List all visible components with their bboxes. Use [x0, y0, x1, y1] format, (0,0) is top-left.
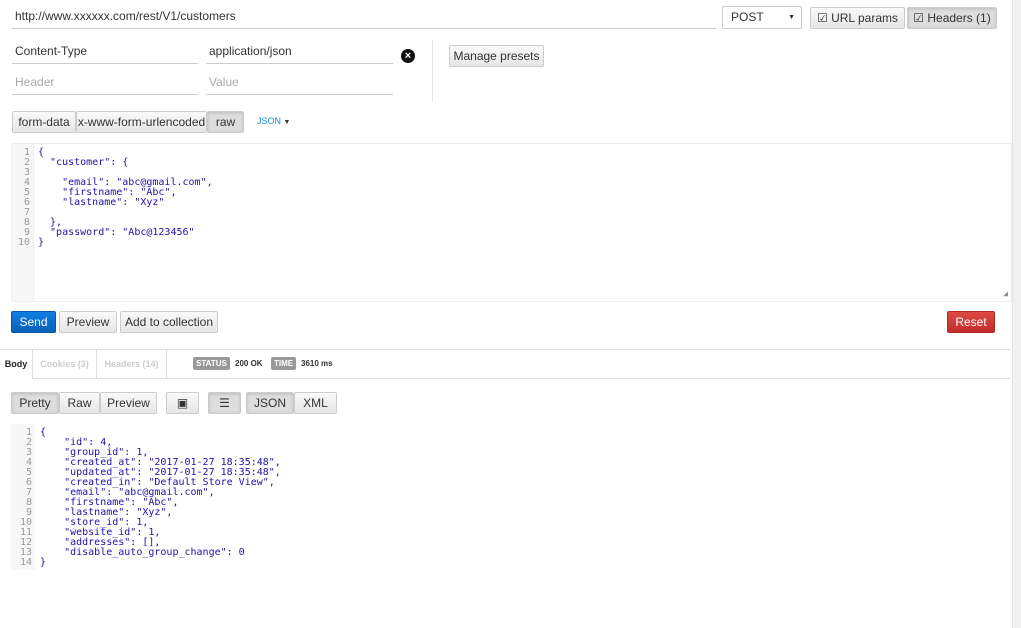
code-line: "lastname": "Xyz" [38, 198, 213, 208]
caret-down-icon: ▼ [284, 119, 291, 126]
code-line [38, 208, 213, 218]
wrap-button[interactable]: ☰ [208, 392, 241, 414]
view-preview[interactable]: Preview [100, 392, 157, 414]
time-badge: TIME [271, 357, 296, 370]
line-numbers: 1234567891011121314 [11, 424, 35, 570]
divider [33, 378, 1010, 379]
code-line: } [38, 238, 213, 248]
raw-format-dropdown[interactable]: JSON ▼ [257, 116, 290, 126]
time-value: 3610 ms [301, 357, 333, 370]
format-json[interactable]: JSON [246, 392, 294, 414]
remove-header-icon[interactable]: × [401, 49, 415, 63]
url-params-label: URL params [831, 11, 898, 25]
fullscreen-button[interactable]: ▣ [166, 392, 199, 414]
tab-cookies[interactable]: Cookies (3) [33, 350, 97, 379]
headers-button[interactable]: ☑ Headers (1) [907, 7, 997, 29]
edit-icon: ☑ [817, 11, 831, 25]
raw-format-label: JSON [257, 116, 281, 126]
chevron-down-icon: ▼ [788, 7, 795, 28]
view-raw[interactable]: Raw [59, 392, 100, 414]
line-number: 14 [11, 558, 32, 568]
response-body-code: { "id": 4, "group_id": 1, "created_at": … [40, 428, 281, 568]
code-line: "password": "Abc@123456" [38, 228, 213, 238]
request-body-code: { "customer": { "email": "abc@gmail.com"… [38, 148, 213, 248]
status-badge: STATUS [193, 357, 230, 370]
header-value-placeholder[interactable]: Value [206, 71, 393, 95]
edit-icon: ☑ [913, 11, 927, 25]
send-button[interactable]: Send [11, 311, 56, 333]
method-select[interactable]: POST ▼ [722, 6, 802, 29]
tab-body[interactable]: Body [0, 350, 33, 379]
method-value: POST [731, 10, 764, 24]
preview-button[interactable]: Preview [59, 311, 117, 333]
fullscreen-icon: ▣ [177, 396, 188, 410]
line-numbers: 12345678910 [12, 144, 34, 301]
status-value: 200 OK [235, 357, 263, 370]
body-type-urlencoded[interactable]: x-www-form-urlencoded [76, 111, 207, 133]
line-number: 10 [12, 238, 30, 248]
resize-handle-icon[interactable]: ◢ [1003, 289, 1008, 299]
header-key-placeholder[interactable]: Header [12, 71, 198, 95]
body-type-form-data[interactable]: form-data [12, 111, 76, 133]
divider [432, 40, 433, 102]
request-body-editor[interactable]: 12345678910 { "customer": { "email": "ab… [11, 143, 1012, 302]
code-line: "disable_auto_group_change": 0 [40, 548, 281, 558]
body-type-raw[interactable]: raw [207, 111, 244, 133]
headers-label: Headers (1) [927, 11, 990, 25]
header-value-field[interactable]: application/json [206, 40, 393, 64]
code-line: "customer": { [38, 158, 213, 168]
code-line: } [40, 558, 281, 568]
scrollbar[interactable] [1012, 0, 1021, 628]
tab-headers[interactable]: Headers (14) [97, 350, 167, 379]
format-xml[interactable]: XML [294, 392, 337, 414]
url-params-button[interactable]: ☑ URL params [810, 7, 905, 29]
view-pretty[interactable]: Pretty [11, 392, 59, 414]
url-input[interactable]: http://www.xxxxxx.com/rest/V1/customers [12, 5, 716, 29]
wrap-lines-icon: ☰ [219, 396, 230, 410]
response-body-viewer: 1234567891011121314 { "id": 4, "group_id… [11, 424, 341, 570]
header-key-field[interactable]: Content-Type [12, 40, 198, 64]
manage-presets-button[interactable]: Manage presets [449, 45, 544, 67]
reset-button[interactable]: Reset [947, 311, 995, 333]
add-to-collection-button[interactable]: Add to collection [120, 311, 218, 333]
